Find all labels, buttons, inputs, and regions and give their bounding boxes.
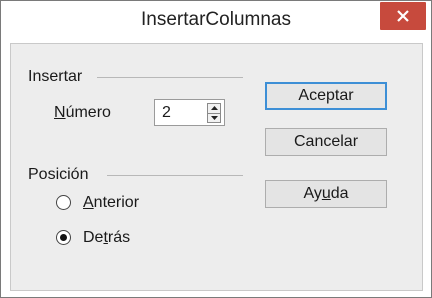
dialog-title: InsertarColumnas <box>141 9 291 30</box>
close-button[interactable] <box>380 2 426 30</box>
number-label: Número <box>54 104 111 122</box>
before-label-rest: nterior <box>93 194 140 211</box>
number-spinbox[interactable]: 2 <box>154 99 225 126</box>
spin-buttons <box>207 103 221 123</box>
help-label-mnemonic: u <box>321 185 331 202</box>
close-icon <box>397 10 409 22</box>
triangle-down-icon <box>210 115 218 120</box>
insert-group-divider <box>97 77 243 78</box>
number-input[interactable]: 2 <box>162 104 171 122</box>
triangle-up-icon <box>210 106 218 111</box>
help-button[interactable]: Ay u da <box>265 180 387 208</box>
position-group-label: Posición <box>28 166 93 184</box>
before-radio[interactable] <box>56 195 71 210</box>
after-radio[interactable] <box>56 230 71 245</box>
help-label-part2: da <box>330 185 349 202</box>
insert-group-label: Insertar <box>28 68 87 86</box>
dialog-body: Insertar Número 2 Posición Anterior Detr… <box>10 43 423 291</box>
before-label[interactable]: Anterior <box>83 194 139 212</box>
after-label-part1: De <box>83 229 104 246</box>
spin-down-button[interactable] <box>207 112 221 123</box>
dialog-window: InsertarColumnas Insertar Número 2 Posic… <box>0 0 432 298</box>
before-label-mnemonic: A <box>83 194 94 211</box>
title-bar: InsertarColumnas <box>1 1 431 37</box>
help-label-part1: Ay <box>303 185 322 202</box>
number-label-rest: úmero <box>65 104 111 121</box>
number-label-mnemonic: N <box>54 104 66 121</box>
position-group-divider <box>107 175 243 176</box>
cancel-button[interactable]: Cancelar <box>265 128 387 156</box>
after-label[interactable]: Detrás <box>83 229 130 247</box>
after-radio-dot <box>60 234 67 241</box>
after-label-part2: rás <box>107 229 131 246</box>
ok-button[interactable]: Aceptar <box>265 82 387 110</box>
